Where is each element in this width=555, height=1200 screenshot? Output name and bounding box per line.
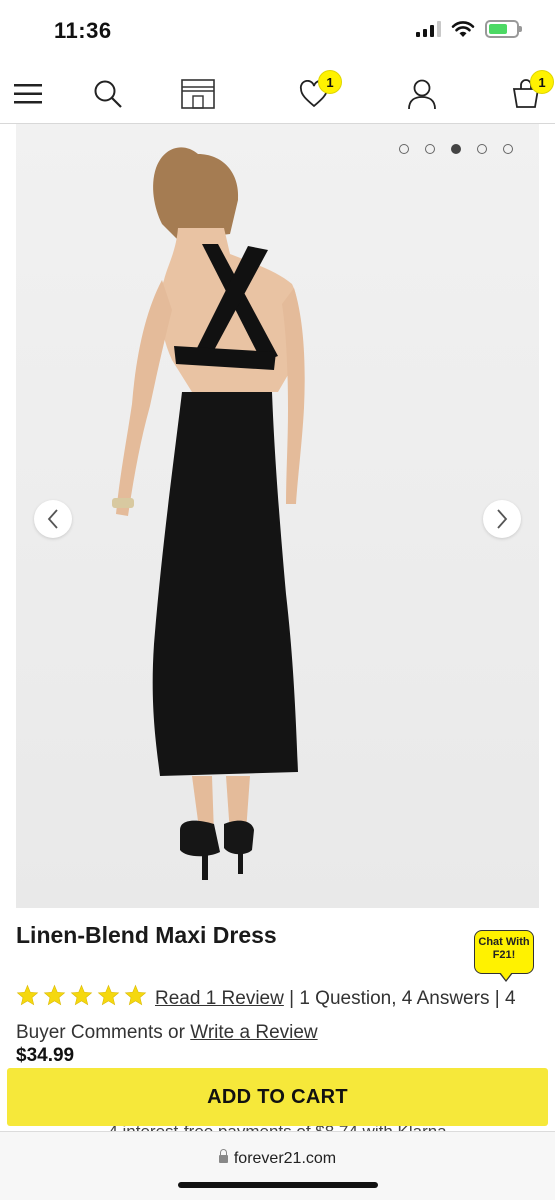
store-icon[interactable] [176,72,220,116]
star-icon [97,984,120,1006]
qa-text: | 1 Question, 4 Answers | [283,988,505,1009]
previous-image-button[interactable] [34,500,72,538]
wishlist-count-badge: 1 [318,70,342,94]
carousel-dot-active[interactable] [451,144,461,154]
chat-with-f21-button[interactable]: Chat With F21! [474,930,534,982]
product-price: $34.99 [16,1045,75,1066]
url-display[interactable]: forever21.com [0,1149,555,1168]
product-image-carousel[interactable] [16,124,539,908]
star-icon [70,984,93,1006]
cart-button[interactable]: 1 [504,70,554,116]
star-icon [124,984,147,1006]
status-time: 11:36 [54,18,112,43]
cellular-signal-icon [416,21,441,37]
carousel-dot[interactable] [425,144,435,154]
status-bar: 11:36 [0,0,555,62]
add-to-cart-button[interactable]: ADD TO CART [7,1068,548,1126]
carousel-dot[interactable] [477,144,487,154]
read-reviews-link[interactable]: Read 1 Review [155,988,284,1009]
review-summary: Read 1 Review | 1 Question, 4 Answers | … [16,982,541,1050]
write-review-link[interactable]: Write a Review [190,1022,317,1043]
product-title: Linen-Blend Maxi Dress [16,922,277,948]
nav-bar: 1 1 [0,62,555,124]
chat-label-line2: F21! [492,949,516,961]
wishlist-button[interactable]: 1 [292,70,342,116]
carousel-dot[interactable] [503,144,513,154]
home-indicator[interactable] [178,1182,378,1188]
url-text: forever21.com [233,1150,337,1167]
next-image-button[interactable] [483,500,521,538]
wifi-icon [451,21,475,37]
hamburger-menu-icon[interactable] [6,72,50,116]
rating-stars [16,984,147,1007]
star-icon [43,984,66,1006]
status-icons [416,20,522,38]
carousel-dots [399,144,513,154]
search-icon[interactable] [86,72,130,116]
battery-charging-icon [485,20,522,38]
chevron-right-icon [497,509,508,529]
star-icon [16,984,39,1006]
model-wearing-dress-photo [112,147,305,880]
user-icon[interactable] [400,72,444,116]
chevron-left-icon [47,509,58,529]
lock-icon [218,1149,228,1163]
carousel-dot[interactable] [399,144,409,154]
browser-url-bar[interactable]: forever21.com [0,1131,555,1200]
cart-count-badge: 1 [530,70,554,94]
chat-label-line1: Chat With [478,936,530,948]
